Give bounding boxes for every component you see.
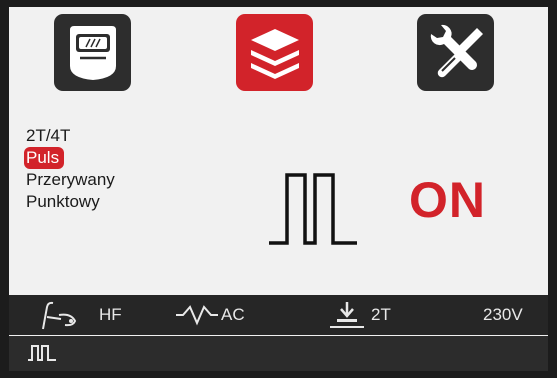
tools-icon — [430, 24, 483, 77]
current-type-label: AC — [221, 305, 245, 324]
welding-helmet-icon — [69, 25, 116, 80]
info-bar — [9, 336, 548, 371]
trigger-icon — [330, 302, 364, 328]
ac-wave-icon — [176, 305, 218, 326]
torch-indicator: HF — [35, 295, 122, 335]
tig-torch-icon — [42, 301, 77, 330]
tile-tools[interactable] — [417, 14, 494, 91]
tile-welding-helmet[interactable] — [54, 14, 131, 91]
layers-icon — [250, 28, 299, 79]
trigger-mode-label: 2T — [371, 305, 391, 324]
mode-menu: 2T/4T Puls Przerywany Punktowy — [24, 125, 120, 213]
tile-layers[interactable] — [236, 14, 313, 91]
pulse-status: ON — [409, 172, 486, 228]
ignition-label: HF — [99, 305, 122, 324]
menu-item-przerywany[interactable]: Przerywany — [24, 169, 120, 191]
status-bar: HF AC 2T 230V — [9, 295, 548, 335]
current-indicator: AC — [175, 295, 245, 335]
pulse-icon — [28, 345, 56, 361]
pulse-wave-icon — [269, 173, 357, 245]
menu-item-2t4t[interactable]: 2T/4T — [24, 125, 75, 147]
voltage-label: 230V — [483, 305, 523, 324]
display-screen: 2T/4T Puls Przerywany Punktowy ON HF AC — [9, 7, 548, 371]
trigger-indicator: 2T — [329, 295, 391, 335]
menu-item-punktowy[interactable]: Punktowy — [24, 191, 105, 213]
menu-item-puls[interactable]: Puls — [24, 147, 65, 169]
voltage-indicator: 230V — [483, 295, 523, 335]
